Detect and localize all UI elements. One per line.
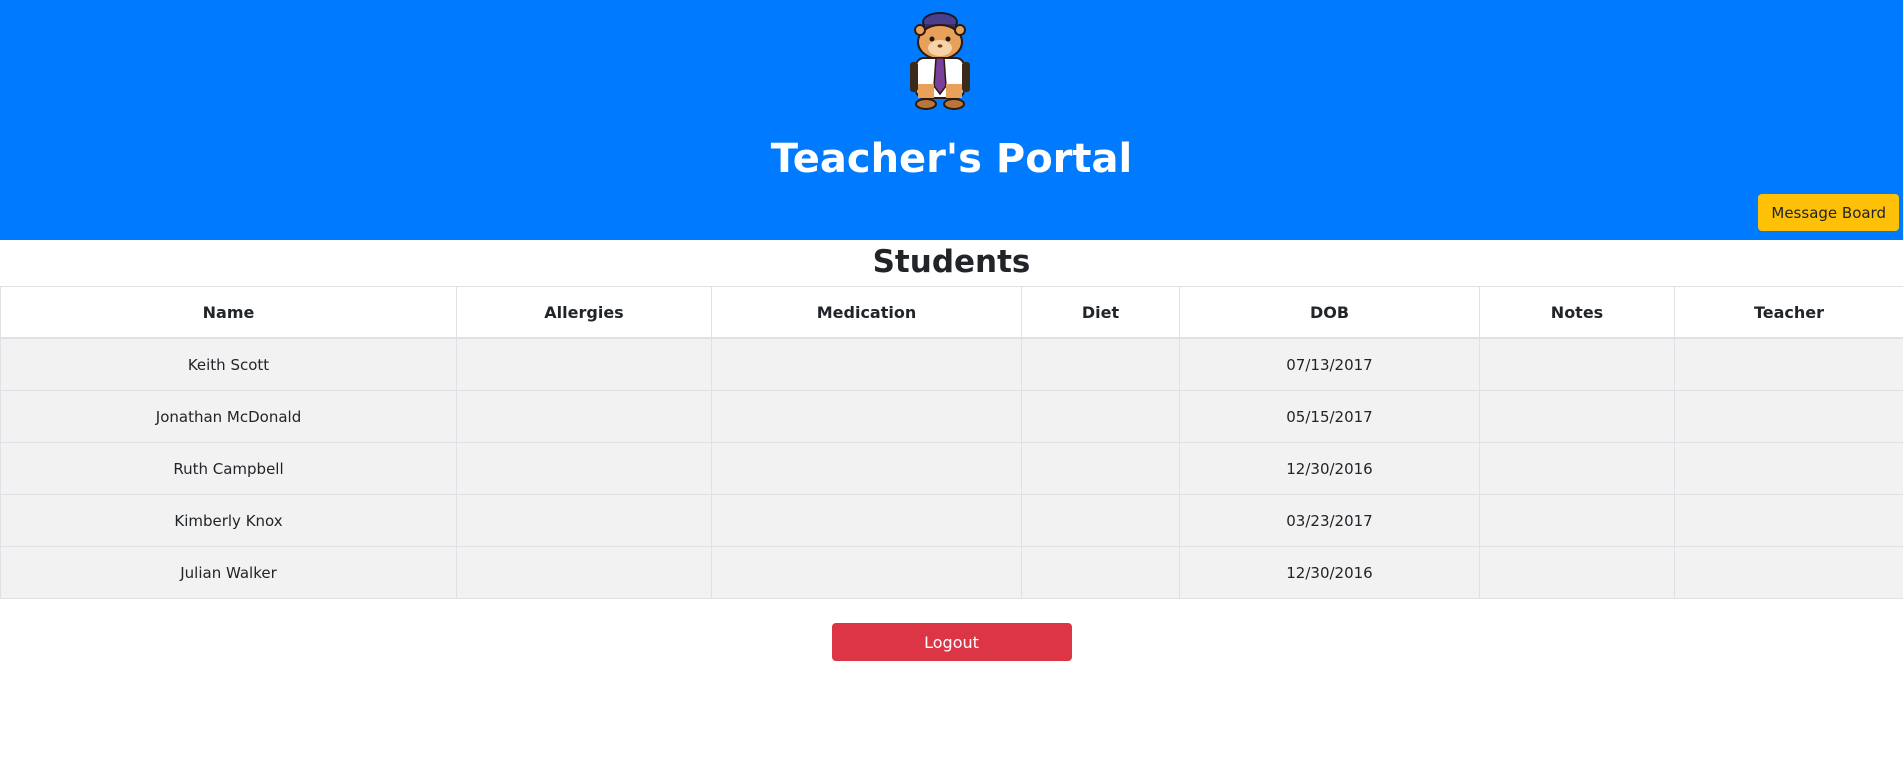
cell-medication bbox=[711, 337, 1022, 391]
cell-notes bbox=[1479, 390, 1675, 443]
cell-dob: 05/15/2017 bbox=[1179, 390, 1480, 443]
cell-notes bbox=[1479, 337, 1675, 391]
cell-allergies bbox=[456, 494, 712, 547]
cell-medication bbox=[711, 442, 1022, 495]
cell-teacher bbox=[1674, 494, 1903, 547]
table-header-row: Name Allergies Medication Diet DOB Notes… bbox=[0, 286, 1903, 339]
cell-dob: 12/30/2016 bbox=[1179, 546, 1480, 599]
cell-diet bbox=[1021, 494, 1180, 547]
cell-name: Ruth Campbell bbox=[0, 442, 457, 495]
cell-diet bbox=[1021, 337, 1180, 391]
page-title: Teacher's Portal bbox=[770, 136, 1133, 182]
cell-name: Jonathan McDonald bbox=[0, 390, 457, 443]
cell-medication bbox=[711, 546, 1022, 599]
cell-allergies bbox=[456, 442, 712, 495]
cell-allergies bbox=[456, 390, 712, 443]
cell-teacher bbox=[1674, 442, 1903, 495]
students-heading: Students bbox=[872, 244, 1031, 280]
column-header-dob: DOB bbox=[1179, 286, 1480, 339]
page-header: Teacher's Portal Message Board bbox=[0, 0, 1903, 240]
students-table: Name Allergies Medication Diet DOB Notes… bbox=[0, 286, 1903, 599]
cell-name: Julian Walker bbox=[0, 546, 457, 599]
logout-container: Logout bbox=[0, 599, 1903, 661]
column-header-diet: Diet bbox=[1021, 286, 1180, 339]
cell-notes bbox=[1479, 442, 1675, 495]
table-row: Jonathan McDonald 05/15/2017 bbox=[0, 390, 1903, 443]
cell-teacher bbox=[1674, 546, 1903, 599]
cell-dob: 07/13/2017 bbox=[1179, 337, 1480, 391]
cell-dob: 03/23/2017 bbox=[1179, 494, 1480, 547]
column-header-medication: Medication bbox=[711, 286, 1022, 339]
cell-diet bbox=[1021, 390, 1180, 443]
table-row: Kimberly Knox 03/23/2017 bbox=[0, 494, 1903, 547]
table-row: Julian Walker 12/30/2016 bbox=[0, 546, 1903, 599]
cell-teacher bbox=[1674, 390, 1903, 443]
cell-name: Kimberly Knox bbox=[0, 494, 457, 547]
cell-name: Keith Scott bbox=[0, 337, 457, 391]
cell-medication bbox=[711, 494, 1022, 547]
cell-dob: 12/30/2016 bbox=[1179, 442, 1480, 495]
cell-teacher bbox=[1674, 337, 1903, 391]
column-header-teacher: Teacher bbox=[1674, 286, 1903, 339]
table-row: Keith Scott 07/13/2017 bbox=[0, 337, 1903, 391]
cell-diet bbox=[1021, 546, 1180, 599]
column-header-name: Name bbox=[0, 286, 457, 339]
column-header-notes: Notes bbox=[1479, 286, 1675, 339]
logout-button[interactable]: Logout bbox=[831, 623, 1072, 661]
cell-allergies bbox=[456, 546, 712, 599]
cell-allergies bbox=[456, 337, 712, 391]
cell-medication bbox=[711, 390, 1022, 443]
cell-notes bbox=[1479, 494, 1675, 547]
column-header-allergies: Allergies bbox=[456, 286, 712, 339]
cell-diet bbox=[1021, 442, 1180, 495]
message-board-button[interactable]: Message Board bbox=[1758, 194, 1899, 231]
cell-notes bbox=[1479, 546, 1675, 599]
table-row: Ruth Campbell 12/30/2016 bbox=[0, 442, 1903, 495]
hamster-mascot-icon bbox=[910, 12, 970, 110]
